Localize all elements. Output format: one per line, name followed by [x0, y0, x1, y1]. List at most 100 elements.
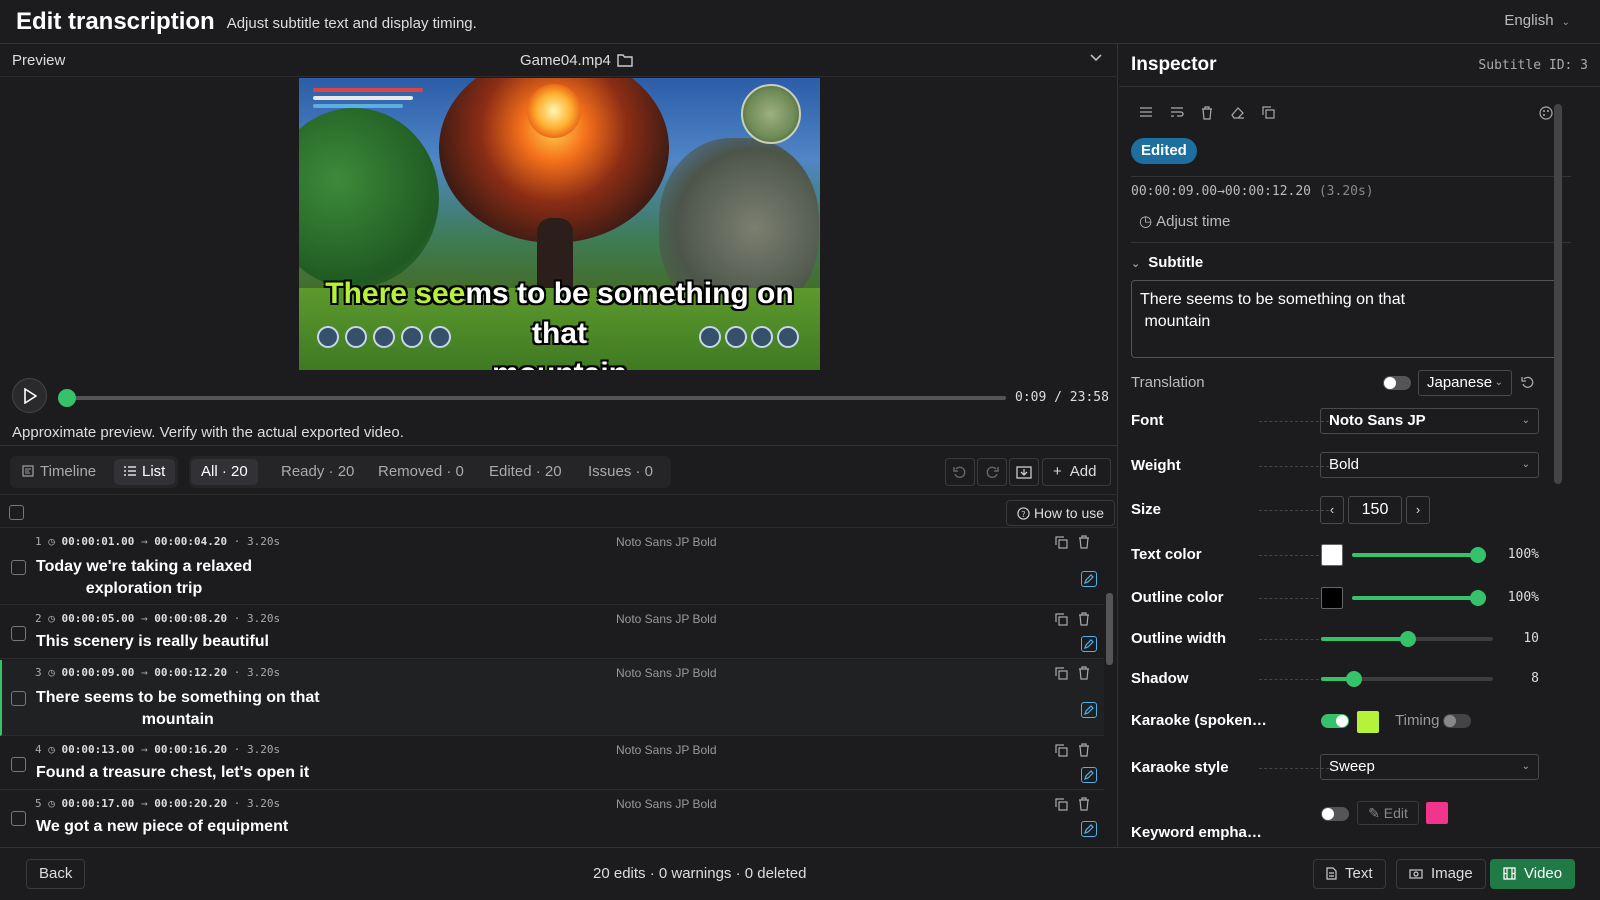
row-text[interactable]: We got a new piece of equipment: [36, 816, 288, 838]
wrap-text-icon[interactable]: [1170, 106, 1184, 118]
keyword-edit-button[interactable]: ✎ Edit: [1357, 801, 1419, 825]
select-all-checkbox[interactable]: [9, 505, 24, 520]
reset-icon[interactable]: [1521, 375, 1535, 389]
redo-button[interactable]: [977, 458, 1007, 486]
trash-icon[interactable]: [1078, 535, 1090, 549]
filter-issues[interactable]: Issues · 0: [578, 459, 663, 485]
row-checkbox[interactable]: [11, 626, 26, 641]
timeline-icon: [22, 465, 34, 477]
subtitle-row-selected[interactable]: 3 ◷ 00:00:09.00 → 00:00:12.20 · 3.20s No…: [0, 660, 1104, 736]
karaoke-style-select[interactable]: Sweep ⌄: [1320, 754, 1539, 780]
row-text[interactable]: This scenery is really beautiful: [36, 631, 269, 653]
trash-icon[interactable]: [1201, 106, 1213, 120]
seek-handle[interactable]: [58, 389, 76, 407]
text-color-swatch[interactable]: [1321, 544, 1343, 566]
inspector-scrollbar-thumb[interactable]: [1554, 104, 1562, 484]
copy-icon[interactable]: [1055, 798, 1068, 811]
text-opacity-slider[interactable]: [1352, 547, 1486, 563]
weight-select[interactable]: Bold ⌄: [1320, 452, 1539, 478]
tab-list[interactable]: List: [114, 459, 176, 485]
chevron-down-icon: ⌄: [1521, 761, 1530, 772]
size-stepper: ‹ 150 ›: [1320, 496, 1430, 524]
subtitle-row[interactable]: 4 ◷ 00:00:13.00 → 00:00:16.20 · 3.20s No…: [0, 737, 1104, 790]
row-font: Noto Sans JP Bold: [616, 797, 717, 811]
inspector-scrollbar[interactable]: [1552, 90, 1564, 847]
edit-icon[interactable]: [1081, 636, 1097, 652]
filter-removed[interactable]: Removed · 0: [368, 459, 474, 485]
trash-icon[interactable]: [1078, 743, 1090, 757]
filter-edited[interactable]: Edited · 20: [479, 459, 572, 485]
export-text-button[interactable]: Text: [1313, 859, 1386, 889]
karaoke-color-swatch[interactable]: [1357, 711, 1379, 733]
subtitle-section-toggle[interactable]: ⌄ Subtitle: [1131, 254, 1203, 271]
trash-icon[interactable]: [1078, 797, 1090, 811]
seek-track[interactable]: [66, 396, 1006, 400]
export-video-button[interactable]: Video: [1490, 859, 1576, 889]
duplicate-icon[interactable]: [1262, 106, 1275, 119]
file-name[interactable]: Game04.mp4: [520, 52, 633, 69]
size-input[interactable]: 150: [1348, 496, 1402, 524]
copy-icon[interactable]: [1055, 536, 1068, 549]
row-checkbox[interactable]: [11, 560, 26, 575]
filter-ready[interactable]: Ready · 20: [271, 459, 364, 485]
subtitle-row[interactable]: 2 ◷ 00:00:05.00 → 00:00:08.20 · 3.20s No…: [0, 606, 1104, 659]
language-selector[interactable]: English ⌄: [1504, 12, 1570, 29]
trash-icon[interactable]: [1078, 666, 1090, 680]
edit-icon[interactable]: [1081, 767, 1097, 783]
chevron-down-icon[interactable]: [1089, 53, 1103, 63]
align-center-icon[interactable]: [1139, 106, 1153, 118]
document-icon: [1326, 867, 1337, 880]
status-filter: All · 20 Ready · 20 Removed · 0 Edited ·…: [189, 456, 671, 488]
timing-toggle[interactable]: [1443, 714, 1471, 728]
list-scrollbar-thumb[interactable]: [1106, 593, 1113, 665]
import-button[interactable]: [1009, 458, 1039, 486]
palette-icon[interactable]: [1539, 106, 1553, 120]
row-text[interactable]: There seems to be something on that mount…: [36, 687, 320, 731]
row-checkbox[interactable]: [11, 811, 26, 826]
trash-icon[interactable]: [1078, 612, 1090, 626]
edit-icon[interactable]: [1081, 702, 1097, 718]
subtitle-textarea[interactable]: There seems to be something on that moun…: [1131, 280, 1559, 358]
list-scrollbar[interactable]: [1104, 579, 1114, 891]
row-text[interactable]: Found a treasure chest, let's open it: [36, 762, 309, 784]
edit-icon[interactable]: [1081, 821, 1097, 837]
outline-width-slider[interactable]: [1321, 631, 1493, 647]
outline-color-swatch[interactable]: [1321, 587, 1343, 609]
view-switcher: Timeline List: [10, 456, 178, 488]
copy-icon[interactable]: [1055, 667, 1068, 680]
translation-language-select[interactable]: Japanese ⌄: [1418, 370, 1512, 396]
outline-opacity-slider[interactable]: [1352, 590, 1486, 606]
keyword-toggle[interactable]: [1321, 807, 1349, 821]
row-timing: 2 ◷ 00:00:05.00 → 00:00:08.20 · 3.20s: [35, 612, 281, 625]
filter-all[interactable]: All · 20: [191, 459, 258, 485]
font-select[interactable]: Noto Sans JP ⌄: [1320, 408, 1539, 434]
keyword-color-swatch[interactable]: [1426, 802, 1448, 824]
translation-toggle[interactable]: [1383, 376, 1411, 390]
row-checkbox[interactable]: [11, 691, 26, 706]
play-button[interactable]: [12, 378, 47, 413]
export-image-button[interactable]: Image: [1396, 859, 1486, 889]
copy-icon[interactable]: [1055, 613, 1068, 626]
back-button[interactable]: Back: [26, 859, 86, 889]
tab-timeline-label: Timeline: [40, 463, 97, 480]
add-label: Add: [1069, 463, 1097, 480]
karaoke-toggle[interactable]: [1321, 714, 1349, 728]
download-icon: [1016, 466, 1032, 479]
size-decrease-button[interactable]: ‹: [1320, 496, 1344, 524]
tab-timeline[interactable]: Timeline: [12, 459, 106, 485]
size-increase-button[interactable]: ›: [1406, 496, 1430, 524]
undo-button[interactable]: [945, 458, 975, 486]
shadow-slider[interactable]: [1321, 671, 1493, 687]
row-text[interactable]: Today we're taking a relaxed exploration …: [36, 556, 252, 600]
edit-icon[interactable]: [1081, 571, 1097, 587]
subtitle-row[interactable]: 5 ◷ 00:00:17.00 → 00:00:20.20 · 3.20s No…: [0, 791, 1104, 845]
copy-icon[interactable]: [1055, 744, 1068, 757]
adjust-time-button[interactable]: ◷ Adjust time: [1139, 212, 1230, 230]
row-checkbox[interactable]: [11, 757, 26, 772]
eraser-icon[interactable]: [1231, 106, 1245, 119]
folder-icon[interactable]: [617, 53, 633, 67]
subtitle-row[interactable]: 1 ◷ 00:00:01.00 → 00:00:04.20 · 3.20s No…: [0, 529, 1104, 605]
how-to-use-button[interactable]: ? How to use: [1006, 500, 1116, 526]
row-timing: 1 ◷ 00:00:01.00 → 00:00:04.20 · 3.20s: [35, 535, 281, 548]
add-button[interactable]: + Add: [1042, 458, 1111, 486]
